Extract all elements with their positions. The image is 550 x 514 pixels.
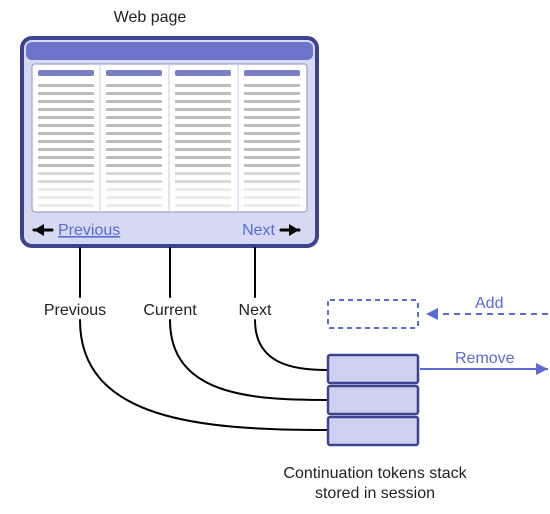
stack-slot-add <box>328 300 418 328</box>
stack-caption-1: Continuation tokens stack <box>283 465 467 482</box>
next-link[interactable]: Next <box>242 222 275 239</box>
add-label: Add <box>475 295 503 312</box>
stack-slot-top <box>328 355 418 383</box>
connector-label-prev: Previous <box>44 302 106 319</box>
web-page-window: Previous Next <box>22 38 317 246</box>
diagram-title: Web page <box>114 9 187 26</box>
add-arrow: Add <box>426 295 548 320</box>
stack-slot-bottom <box>328 417 418 445</box>
prev-link[interactable]: Previous <box>58 222 120 239</box>
connector-label-current: Current <box>143 302 197 319</box>
remove-label: Remove <box>455 350 515 367</box>
connector-label-next: Next <box>239 302 272 319</box>
window-titlebar <box>26 42 313 60</box>
connectors <box>80 248 327 430</box>
token-stack <box>328 300 418 445</box>
stack-slot-middle <box>328 386 418 414</box>
remove-arrow: Remove <box>420 350 548 375</box>
stack-caption-2: stored in session <box>315 485 435 502</box>
